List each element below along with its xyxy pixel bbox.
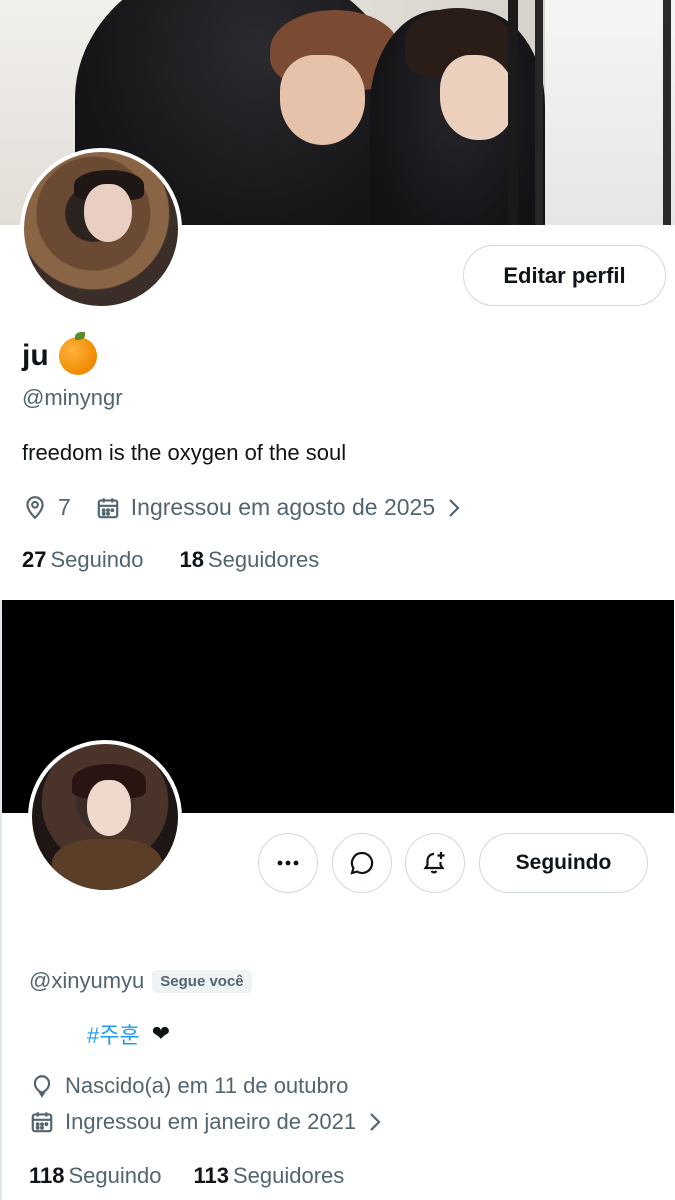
following-button[interactable]: Seguindo xyxy=(479,833,648,893)
profile1-followers-link[interactable]: 18 Seguidores xyxy=(179,547,319,573)
profile2-following-count: 118 xyxy=(29,1163,65,1188)
notifications-button[interactable] xyxy=(405,833,465,893)
follows-you-badge: Segue você xyxy=(152,969,252,993)
message-bubble-icon xyxy=(350,851,374,875)
profile1-followers-label: Seguidores xyxy=(207,547,320,572)
profile1-stats: 27 Seguindo 18 Seguidores xyxy=(22,547,319,573)
calendar-icon xyxy=(97,497,119,518)
profile2-followers-count: 113 xyxy=(193,1163,229,1188)
profile2-bio: #주훈 ❤ xyxy=(87,1018,170,1050)
orange-emoji-icon xyxy=(58,332,97,375)
edit-profile-button[interactable]: Editar perfil xyxy=(463,245,666,306)
bio-hashtag-link[interactable]: #주훈 xyxy=(87,1018,140,1050)
chevron-right-icon xyxy=(449,498,460,517)
chevron-right-icon xyxy=(370,1113,381,1131)
profile1-display-name: ju xyxy=(22,332,97,375)
heart-emoji: ❤ xyxy=(151,1021,171,1046)
message-button[interactable] xyxy=(332,833,392,893)
more-options-button[interactable] xyxy=(258,833,318,893)
profile2-handle-row: @xinyumyu Segue você xyxy=(29,968,252,994)
bell-plus-icon xyxy=(423,852,445,874)
profile2-joined-text: Ingressou em janeiro de 2021 xyxy=(65,1109,357,1134)
calendar-icon xyxy=(31,1112,53,1133)
profile2-following-label: Seguindo xyxy=(68,1163,162,1188)
profile1-joined[interactable]: Ingressou em agosto de 2025 xyxy=(95,494,463,521)
profile2-birthday: Nascido(a) em 11 de outubro xyxy=(29,1073,348,1099)
profile2-followers-label: Seguidores xyxy=(232,1163,345,1188)
profile2-following-link[interactable]: 118 Seguindo xyxy=(29,1163,161,1189)
profile1-followers-count: 18 xyxy=(179,547,204,572)
balloon-icon xyxy=(33,1075,51,1098)
profile2-stats: 118 Seguindo 113 Seguidores xyxy=(29,1163,344,1189)
more-dots-icon xyxy=(277,860,299,866)
profile1-handle: @minyngr xyxy=(22,385,123,410)
location-pin-icon xyxy=(26,495,44,519)
profile1-meta: 7 Ingressou em agosto de 2025 xyxy=(22,494,463,521)
profile2-joined[interactable]: Ingressou em janeiro de 2021 xyxy=(29,1109,384,1135)
profile1-name-text: ju xyxy=(22,339,49,372)
profile2-birthday-text: Nascido(a) em 11 de outubro xyxy=(65,1073,349,1098)
profile2-handle: @xinyumyu xyxy=(29,968,145,993)
profile2-avatar[interactable] xyxy=(28,740,182,894)
profile1-location: 7 xyxy=(22,494,71,521)
profile1-following-link[interactable]: 27 Seguindo xyxy=(22,547,143,573)
profile1-following-count: 27 xyxy=(22,547,47,572)
profile1-joined-text: Ingressou em agosto de 2025 xyxy=(130,494,436,520)
profile2-followers-link[interactable]: 113 Seguidores xyxy=(193,1163,344,1189)
profile1-avatar[interactable] xyxy=(20,148,182,310)
profile1-following-label: Seguindo xyxy=(50,547,144,572)
profile1-bio: freedom is the oxygen of the soul xyxy=(22,440,347,465)
profile1-location-text: 7 xyxy=(58,494,71,520)
